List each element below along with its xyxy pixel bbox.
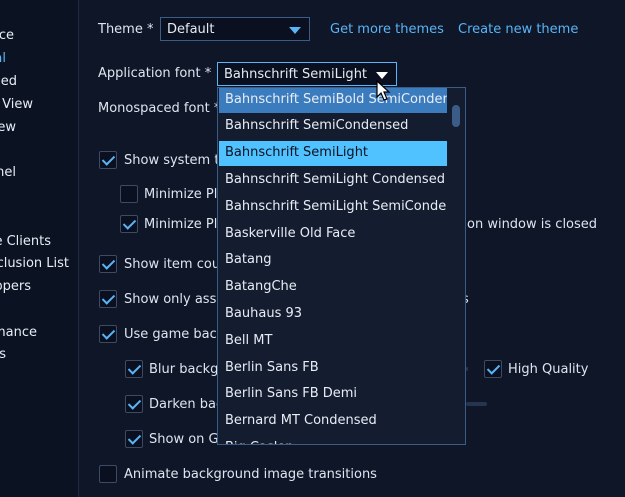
scrollbar-thumb[interactable]	[452, 105, 460, 127]
chevron-down-icon	[376, 72, 388, 79]
font-option[interactable]: Big Caslon	[219, 436, 447, 444]
font-option[interactable]: Bauhaus 93	[219, 302, 447, 327]
high-quality-checkbox[interactable]	[484, 360, 502, 378]
show-on-checkbox[interactable]	[125, 430, 143, 448]
dropdown-scrollbar[interactable]	[448, 88, 465, 444]
show-item-count-checkbox[interactable]	[99, 255, 117, 273]
get-more-themes-link[interactable]: Get more themes	[330, 22, 444, 37]
font-option[interactable]: Bahnschrift SemiLight	[219, 141, 447, 166]
create-new-theme-link[interactable]: Create new theme	[458, 22, 578, 37]
darken-background-checkbox[interactable]	[125, 395, 143, 413]
show-item-count-label: Show item cou	[124, 257, 221, 272]
blur-slider-track[interactable]	[466, 367, 468, 371]
use-game-background-checkbox[interactable]	[99, 325, 117, 343]
minimize-label-2: Minimize Pla	[144, 217, 226, 232]
font-option[interactable]: Bahnschrift SemiLight SemiConde	[219, 195, 447, 220]
font-option[interactable]: BatangChe	[219, 275, 447, 300]
blur-background-checkbox[interactable]	[125, 360, 143, 378]
theme-select[interactable]: Default	[160, 17, 310, 41]
settings-sidebar: ce al ced View ew nel e Clients clusion …	[0, 0, 79, 497]
application-font-value: Bahnschrift SemiLight	[224, 67, 368, 82]
minimize-label-2-tail: on window is closed	[467, 217, 598, 232]
font-option[interactable]: Berlin Sans FB	[219, 356, 447, 381]
blur-background-label: Blur backgr	[149, 362, 224, 377]
show-only-label: Show only assi	[124, 292, 220, 307]
animate-transitions-label: Animate background image transitions	[124, 467, 377, 482]
show-only-checkbox[interactable]	[99, 290, 117, 308]
application-font-label: Application font *	[98, 66, 212, 81]
font-option[interactable]: Baskerville Old Face	[219, 222, 447, 247]
animate-transitions-checkbox[interactable]	[99, 465, 117, 483]
use-game-background-label: Use game back	[124, 327, 225, 342]
font-option[interactable]: Bahnschrift SemiCondensed	[219, 114, 447, 139]
show-on-label: Show on Gr	[149, 432, 224, 447]
show-system-tray-checkbox[interactable]	[99, 151, 117, 169]
font-option[interactable]: Bahnschrift SemiBold SemiConden	[219, 88, 447, 113]
font-option[interactable]: Bahnschrift SemiLight Condensed	[219, 168, 447, 193]
chevron-down-icon	[289, 27, 301, 34]
font-option[interactable]: Bell MT	[219, 329, 447, 354]
show-system-tray-label: Show system tr	[124, 153, 225, 168]
theme-label: Theme *	[98, 22, 154, 37]
font-dropdown-list[interactable]: Bahnschrift SemiBold SemiConden Bahnschr…	[217, 87, 466, 445]
theme-select-value: Default	[167, 22, 215, 37]
font-option[interactable]: Batang	[219, 248, 447, 273]
application-font-select[interactable]: Bahnschrift SemiLight	[217, 62, 397, 86]
darken-background-label: Darken bac	[149, 397, 224, 412]
minimize-checkbox-1[interactable]	[120, 185, 138, 203]
font-option[interactable]: Bernard MT Condensed	[219, 409, 447, 434]
minimize-checkbox-2[interactable]	[120, 215, 138, 233]
high-quality-label: High Quality	[508, 362, 589, 377]
darken-slider-track[interactable]	[466, 402, 487, 406]
mouse-cursor-icon	[376, 80, 391, 101]
monospaced-font-label: Monospaced font *	[98, 101, 221, 116]
font-option[interactable]: Berlin Sans FB Demi	[219, 382, 447, 407]
minimize-label-1: Minimize Pla	[144, 187, 226, 202]
